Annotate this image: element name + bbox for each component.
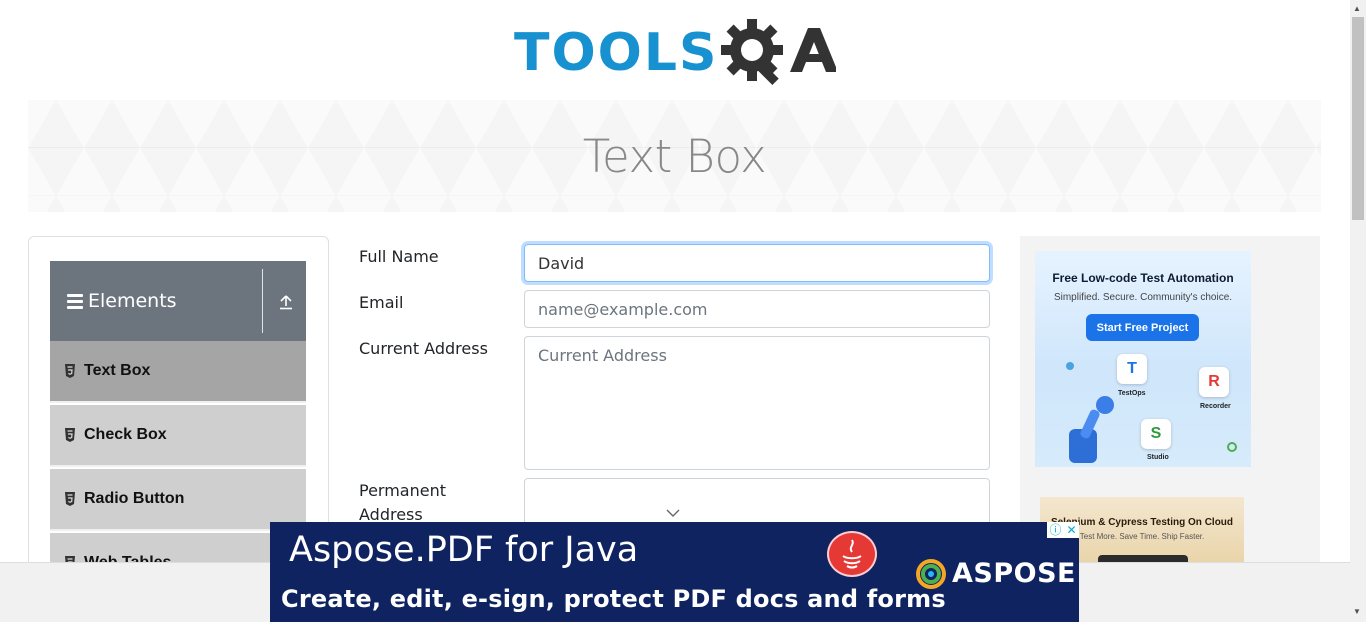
ad-subtitle: Simplified. Secure. Community's choice. [1053, 292, 1233, 303]
scroll-down-arrow-icon[interactable]: ▼ [1353, 607, 1361, 616]
qa-gear-logo-icon [721, 19, 837, 86]
ring-decoration-icon [1227, 442, 1237, 452]
permanent-address-label-line1: Permanent [359, 481, 447, 500]
page-scrollbar[interactable]: ▲ ▼ [1350, 0, 1366, 622]
sidebar-item-radio-button[interactable]: Radio Button [50, 469, 306, 531]
robot-arm-icon [1069, 396, 1114, 463]
studio-icon: S [1141, 419, 1171, 449]
ad-tagline: Create, edit, e-sign, protect PDF docs a… [281, 585, 946, 613]
java-logo-icon [827, 531, 877, 577]
scroll-up-arrow-icon[interactable]: ▲ [1353, 4, 1361, 13]
testops-icon: T [1117, 354, 1147, 384]
sidebar-item-label: Radio Button [84, 490, 185, 507]
html5-icon [65, 428, 75, 442]
start-free-project-button[interactable]: Start Free Project [1086, 314, 1199, 341]
collapse-arrow-icon[interactable] [278, 294, 294, 310]
full-name-input[interactable] [524, 244, 990, 282]
ad-headline: Aspose.PDF for Java [289, 530, 639, 570]
permanent-address-label: Permanent Address [359, 479, 446, 527]
toolsqa-logo[interactable]: TOOLS [514, 14, 837, 92]
ad-choices[interactable]: ⓘ ✕ [1047, 522, 1079, 538]
tile-label: Recorder [1200, 403, 1231, 410]
sidebar-item-check-box[interactable]: Check Box [50, 405, 306, 467]
divider [262, 269, 263, 333]
html5-icon [65, 492, 75, 506]
chevron-down-icon [666, 509, 680, 517]
ad-title: Free Low-code Test Automation [1052, 271, 1234, 285]
katalon-ad[interactable]: Free Low-code Test Automation Simplified… [1035, 251, 1251, 467]
info-icon[interactable]: ⓘ [1049, 524, 1061, 536]
brand-name: ASPOSE [952, 558, 1076, 589]
elements-group-header[interactable]: Elements [50, 261, 306, 341]
aspose-ad-banner[interactable]: Aspose.PDF for Java Create, edit, e-sign… [270, 522, 1079, 622]
page-banner: Text Box [28, 100, 1321, 212]
sidebar-item-label: Check Box [84, 426, 167, 443]
aspose-logo-icon [916, 558, 946, 589]
recorder-icon: R [1199, 367, 1229, 397]
tile-label: Studio [1147, 454, 1169, 461]
close-icon[interactable]: ✕ [1066, 524, 1076, 536]
email-label: Email [359, 293, 404, 312]
scrollbar-thumb[interactable] [1352, 17, 1364, 220]
full-name-label: Full Name [359, 247, 439, 266]
dots-decoration-icon [1066, 362, 1074, 370]
hamburger-icon [67, 293, 83, 309]
email-input[interactable] [524, 290, 990, 328]
sidebar-item-label: Text Box [84, 362, 151, 379]
logo-text: TOOLS [514, 23, 719, 83]
html5-icon [65, 364, 75, 378]
group-title: Elements [88, 290, 177, 312]
tile-label: TestOps [1118, 390, 1146, 397]
current-address-label: Current Address [359, 339, 488, 358]
sidebar-item-text-box[interactable]: Text Box [50, 341, 306, 403]
aspose-brand: ASPOSE [916, 558, 1076, 589]
current-address-input[interactable] [524, 336, 990, 470]
page-title: Text Box [582, 129, 767, 183]
